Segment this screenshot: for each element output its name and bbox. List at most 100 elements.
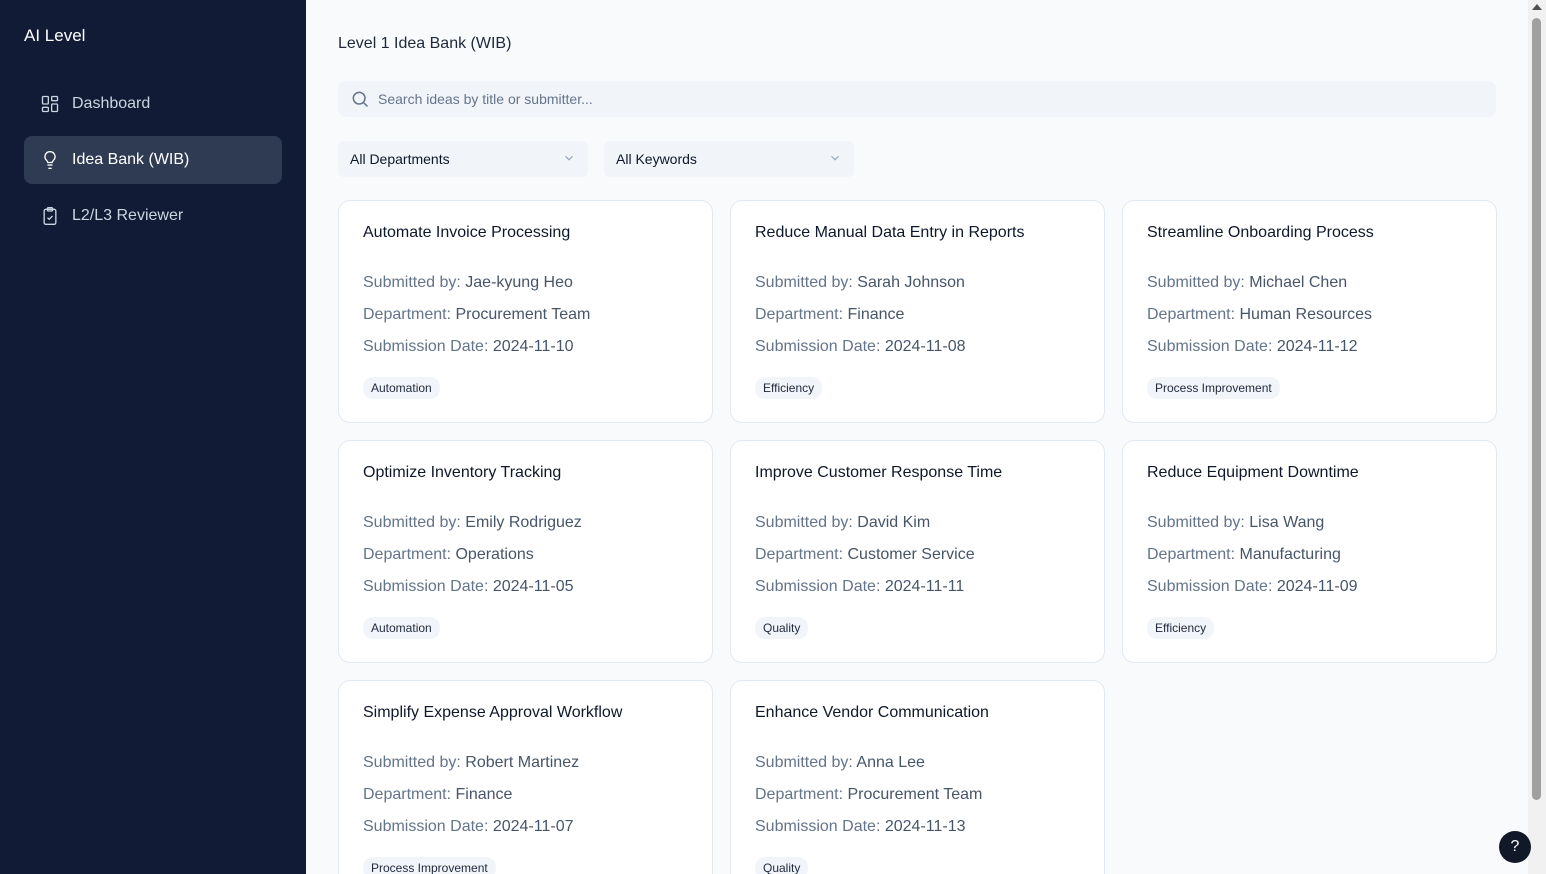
submission-date: 2024-11-05: [492, 578, 574, 595]
submission-date: 2024-11-12: [1276, 338, 1358, 355]
idea-card[interactable]: Improve Customer Response Time Submitted…: [730, 440, 1105, 663]
idea-submitter: Submitted by: Michael Chen: [1147, 273, 1472, 293]
submission-date: 2024-11-08: [884, 338, 966, 355]
submitted-by-label: Submitted by:: [755, 754, 857, 771]
scroll-up-arrow-icon[interactable]: [1532, 4, 1542, 10]
search-input[interactable]: [378, 82, 1478, 116]
submission-date: 2024-11-11: [884, 578, 965, 595]
sidebar-item-idea-bank[interactable]: Idea Bank (WIB): [24, 136, 282, 184]
sidebar-item-dashboard[interactable]: Dashboard: [24, 80, 282, 128]
submission-date-label: Submission Date:: [755, 818, 885, 835]
idea-submitter: Submitted by: David Kim: [755, 513, 1080, 533]
submitter-name: Sarah Johnson: [857, 274, 965, 291]
department-label: Department:: [755, 546, 848, 563]
idea-card[interactable]: Optimize Inventory Tracking Submitted by…: [338, 440, 713, 663]
department-label: Department:: [363, 306, 456, 323]
idea-date: Submission Date: 2024-11-10: [363, 337, 688, 357]
submission-date-label: Submission Date:: [755, 578, 885, 595]
idea-title: Optimize Inventory Tracking: [363, 464, 562, 481]
department-filter[interactable]: All Departments: [338, 141, 588, 177]
submission-date: 2024-11-09: [1276, 578, 1358, 595]
idea-department: Department: Human Resources: [1147, 305, 1472, 325]
idea-department: Department: Procurement Team: [363, 305, 688, 325]
sidebar-item-label: Idea Bank (WIB): [72, 151, 190, 168]
idea-title: Automate Invoice Processing: [363, 224, 571, 241]
page-title: Level 1 Idea Bank (WIB): [338, 35, 512, 52]
submission-date: 2024-11-13: [884, 818, 966, 835]
idea-title: Simplify Expense Approval Workflow: [363, 704, 623, 721]
submitted-by-label: Submitted by:: [755, 514, 858, 531]
submission-date-label: Submission Date:: [1147, 338, 1277, 355]
idea-submitter: Submitted by: Lisa Wang: [1147, 513, 1472, 533]
sidebar-item-label: Dashboard: [72, 95, 151, 112]
submitted-by-label: Submitted by:: [363, 274, 466, 291]
department-label: Department:: [363, 546, 456, 563]
department-name: Procurement Team: [455, 306, 591, 323]
scrollbar-thumb[interactable]: [1532, 18, 1541, 800]
vertical-scrollbar[interactable]: [1528, 0, 1546, 874]
app-title: AI Level: [24, 26, 86, 45]
submitter-name: Emily Rodriguez: [465, 514, 582, 531]
department-name: Operations: [455, 546, 534, 563]
idea-department: Department: Procurement Team: [755, 785, 1080, 805]
idea-submitter: Submitted by: Sarah Johnson: [755, 273, 1080, 293]
idea-card[interactable]: Reduce Manual Data Entry in Reports Subm…: [730, 200, 1105, 423]
idea-card[interactable]: Streamline Onboarding Process Submitted …: [1122, 200, 1497, 423]
submitter-name: Lisa Wang: [1249, 514, 1325, 531]
idea-date: Submission Date: 2024-11-09: [1147, 577, 1472, 597]
submission-date-label: Submission Date:: [755, 338, 885, 355]
department-filter-value: All Departments: [350, 151, 450, 167]
idea-date: Submission Date: 2024-11-08: [755, 337, 1080, 357]
idea-date: Submission Date: 2024-11-13: [755, 817, 1080, 837]
help-button[interactable]: ?: [1499, 831, 1531, 863]
sidebar: AI Level Dashboard Idea Bank (WIB) L2/L3…: [0, 0, 306, 874]
department-label: Department:: [1147, 546, 1240, 563]
department-name: Manufacturing: [1239, 546, 1341, 563]
keyword-tag: Quality: [755, 617, 809, 639]
search-icon: [350, 89, 370, 109]
submitter-name: Michael Chen: [1249, 274, 1348, 291]
department-label: Department:: [363, 786, 456, 803]
sidebar-nav: Dashboard Idea Bank (WIB) L2/L3 Reviewer: [24, 80, 282, 248]
department-name: Finance: [847, 306, 905, 323]
idea-card[interactable]: Reduce Equipment Downtime Submitted by: …: [1122, 440, 1497, 663]
idea-title: Streamline Onboarding Process: [1147, 224, 1374, 241]
submitted-by-label: Submitted by:: [1147, 274, 1250, 291]
main-content: Level 1 Idea Bank (WIB) All Departments …: [306, 0, 1528, 874]
sidebar-item-reviewer[interactable]: L2/L3 Reviewer: [24, 192, 282, 240]
department-label: Department:: [755, 306, 848, 323]
department-label: Department:: [1147, 306, 1240, 323]
sidebar-item-label: L2/L3 Reviewer: [72, 207, 184, 224]
idea-title: Improve Customer Response Time: [755, 464, 1003, 481]
chevron-down-icon: [562, 151, 576, 168]
idea-department: Department: Customer Service: [755, 545, 1080, 565]
idea-date: Submission Date: 2024-11-05: [363, 577, 688, 597]
idea-submitter: Submitted by: Robert Martinez: [363, 753, 688, 773]
department-label: Department:: [755, 786, 848, 803]
idea-submitter: Submitted by: Jae-kyung Heo: [363, 273, 688, 293]
submission-date-label: Submission Date:: [363, 578, 493, 595]
keywords-filter[interactable]: All Keywords: [604, 141, 854, 177]
submitter-name: Anna Lee: [856, 754, 925, 771]
keyword-tag: Process Improvement: [363, 857, 496, 874]
idea-department: Department: Operations: [363, 545, 688, 565]
submission-date-label: Submission Date:: [363, 338, 493, 355]
submitter-name: David Kim: [857, 514, 931, 531]
idea-card[interactable]: Simplify Expense Approval Workflow Submi…: [338, 680, 713, 874]
keyword-tag: Process Improvement: [1147, 377, 1280, 399]
submitter-name: Robert Martinez: [465, 754, 580, 771]
keyword-tag: Efficiency: [1147, 617, 1215, 639]
clipboard-check-icon: [40, 206, 60, 226]
keyword-tag: Efficiency: [755, 377, 823, 399]
idea-submitter: Submitted by: Emily Rodriguez: [363, 513, 688, 533]
submission-date: 2024-11-07: [492, 818, 574, 835]
idea-card[interactable]: Automate Invoice Processing Submitted by…: [338, 200, 713, 423]
idea-date: Submission Date: 2024-11-11: [755, 577, 1080, 597]
idea-department: Department: Finance: [755, 305, 1080, 325]
department-name: Customer Service: [847, 546, 975, 563]
submission-date: 2024-11-10: [492, 338, 574, 355]
submitter-name: Jae-kyung Heo: [465, 274, 573, 291]
idea-card[interactable]: Enhance Vendor Communication Submitted b…: [730, 680, 1105, 874]
idea-title: Reduce Equipment Downtime: [1147, 464, 1359, 481]
idea-department: Department: Manufacturing: [1147, 545, 1472, 565]
